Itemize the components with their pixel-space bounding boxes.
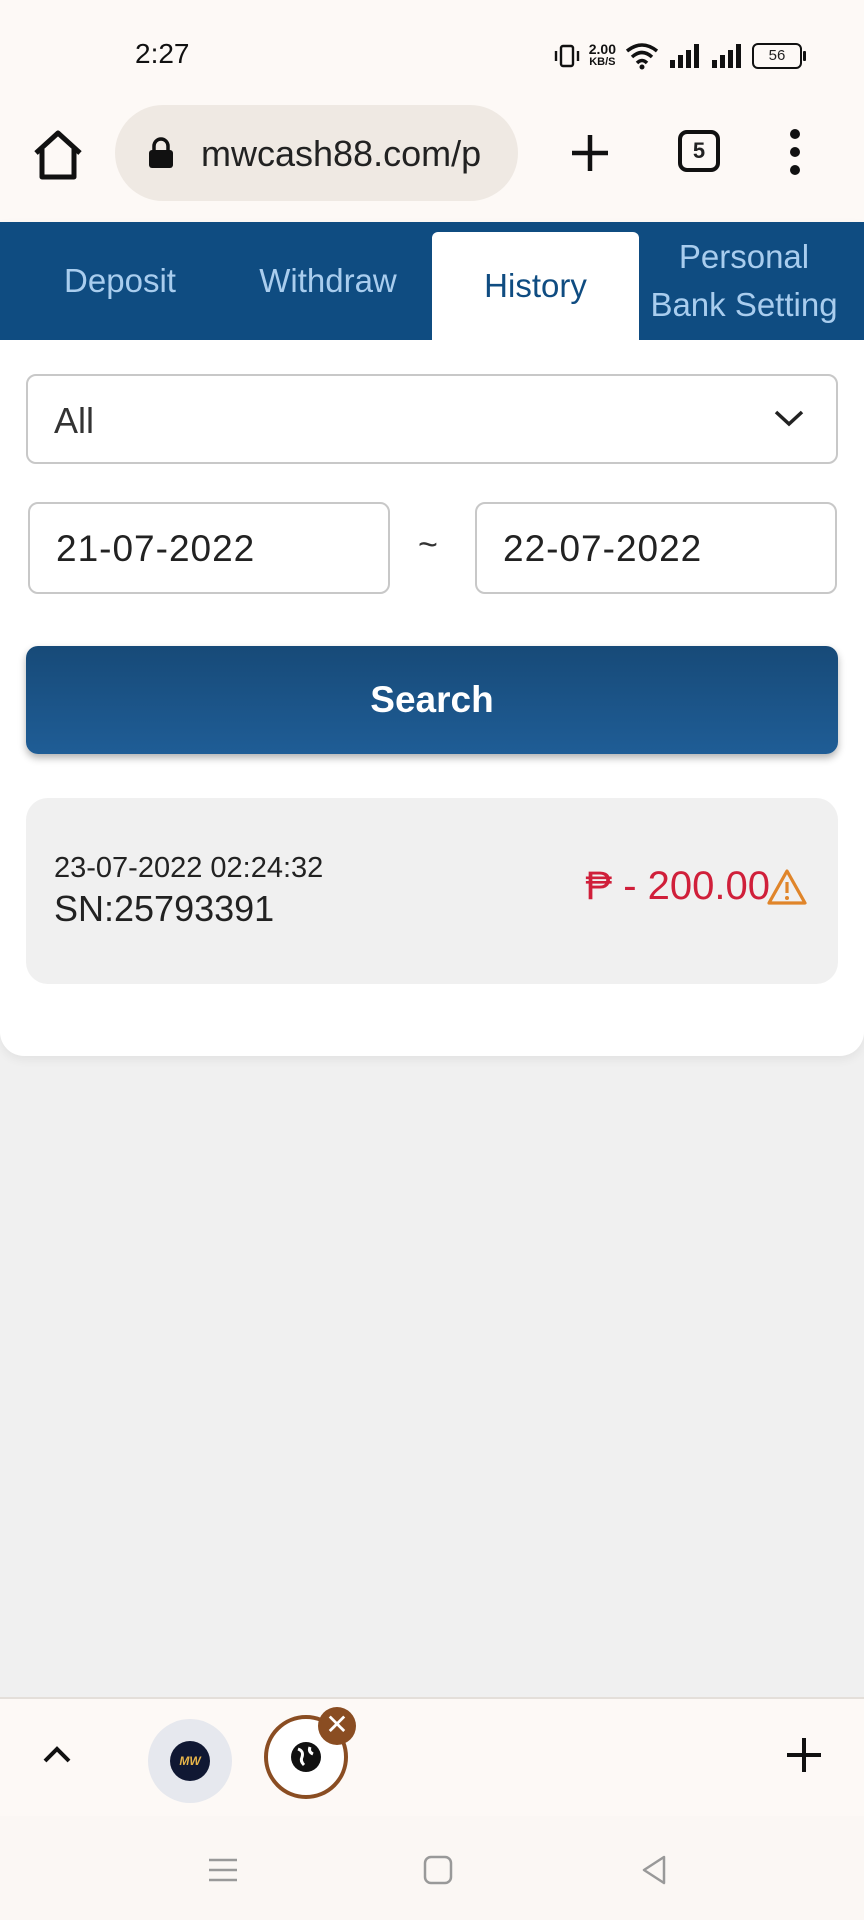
home-icon[interactable] [30, 127, 86, 183]
warning-icon[interactable] [766, 868, 808, 906]
home-square-icon[interactable] [420, 1852, 456, 1888]
address-bar[interactable]: mwcash88.com/p [115, 105, 518, 201]
date-to-value: 22-07-2022 [503, 528, 703, 569]
record-sn: SN:25793391 [54, 888, 275, 929]
date-separator: ~ [418, 526, 438, 564]
globe-icon [291, 1742, 321, 1772]
date-from-field[interactable]: 21-07-2022 [28, 502, 390, 594]
back-triangle-icon[interactable] [636, 1852, 672, 1888]
type-select-value: All [54, 400, 95, 441]
vibrate-icon [554, 44, 579, 68]
mw-logo: MW [170, 1741, 210, 1781]
add-tab-icon[interactable] [784, 1735, 824, 1775]
tab-personal-bank-setting[interactable]: Personal Bank Setting [640, 222, 848, 340]
search-button[interactable]: Search [26, 646, 838, 754]
tab-withdraw[interactable]: Withdraw [236, 222, 420, 340]
more-menu-icon[interactable] [780, 126, 810, 178]
close-tab-icon[interactable]: ✕ [318, 1707, 356, 1745]
record-amount: ₱ - 200.00 [585, 864, 770, 908]
tab-history[interactable]: History [432, 232, 639, 340]
date-to-field[interactable]: 22-07-2022 [475, 502, 837, 594]
tab-thumbnail-mwcash[interactable]: MW [148, 1719, 232, 1803]
network-speed-unit: KB/S [589, 56, 616, 68]
wifi-icon [625, 43, 659, 70]
new-tab-icon[interactable] [566, 129, 614, 177]
signal-icon-2 [712, 44, 741, 68]
status-bar: 2:27 2.00 KB/S 56 [0, 0, 864, 100]
signal-icon [670, 44, 699, 68]
network-speed-value: 2.00 [588, 41, 616, 57]
tab-switcher-button[interactable]: 5 [678, 130, 720, 172]
list-item[interactable]: 23-07-2022 02:24:32 SN:25793391 ₱ - 200.… [26, 798, 838, 984]
history-panel: Deposit Withdraw History Personal Bank S… [0, 222, 864, 1056]
url-text[interactable]: mwcash88.com/p [201, 133, 511, 175]
lock-icon [149, 137, 173, 168]
network-speed: 2.00 KB/S [588, 41, 616, 69]
system-nav-bar [0, 1816, 864, 1920]
date-from-value: 21-07-2022 [56, 528, 256, 569]
tab-bar: Deposit Withdraw History Personal Bank S… [0, 222, 864, 340]
battery-icon: 56 [752, 43, 806, 69]
recents-menu-icon[interactable] [205, 1852, 241, 1888]
chevron-up-icon[interactable] [40, 1741, 74, 1767]
status-icons: 2.00 KB/S 56 [553, 36, 806, 76]
record-datetime: 23-07-2022 02:24:32 [54, 852, 324, 884]
status-time: 2:27 [135, 38, 190, 69]
chevron-down-icon [774, 410, 804, 427]
browser-toolbar: mwcash88.com/p 5 [0, 100, 864, 222]
type-select[interactable]: All [26, 374, 838, 464]
tab-strip: MW ✕ [0, 1697, 864, 1816]
tab-deposit[interactable]: Deposit [30, 222, 210, 340]
